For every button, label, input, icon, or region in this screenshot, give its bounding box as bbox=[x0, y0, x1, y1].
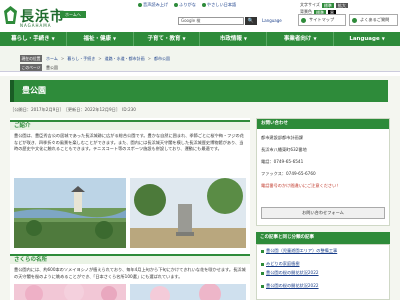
main-area: 豊公園 ［公開日：2017年2月9日］ ［更新日：2022年12月9日］ ID:… bbox=[0, 76, 400, 300]
related-link-label: 豊公園の桜の開花状況2022 bbox=[266, 283, 319, 288]
search-icon: 🔍 bbox=[247, 18, 255, 24]
search-input[interactable]: Google 検 bbox=[178, 17, 244, 25]
nav-label: 事業者向け bbox=[283, 36, 312, 42]
current-page: 豊公園 bbox=[46, 65, 58, 70]
related-link-label: みどりの家庭植樹 bbox=[266, 261, 300, 266]
related-link[interactable]: 豊公園の桜の開花状況2022 bbox=[261, 270, 385, 276]
related-link[interactable]: 豊公園（児童遊園エリア）の整備工事 bbox=[261, 248, 385, 254]
faq-button[interactable]: よくあるご質問 bbox=[349, 14, 398, 26]
related-list: 豊公園（児童遊園エリア）の整備工事 みどりの家庭植樹 豊公園の桜の開花状況202… bbox=[256, 244, 390, 300]
contact-fax: ファックス：0749-65-6760 bbox=[261, 171, 316, 176]
intro-paragraph: 豊公園は、豊臣秀吉公の居城であった長浜城跡に広がる総合公園です。豊かな自然に囲ま… bbox=[14, 133, 244, 151]
page-title: 豊公園 bbox=[22, 86, 46, 95]
contact-notice: 電話番号のかけ間違いにご注意ください！ bbox=[261, 183, 341, 188]
nav-item-city-info[interactable]: 市政情報 ▼ bbox=[200, 32, 268, 46]
breadcrumb: ホーム > 暮らし・手続き > 道路・水道・都市計画 > 都市公園 bbox=[46, 55, 170, 62]
speaker-icon bbox=[138, 3, 142, 7]
location-label: 現在の位置 bbox=[20, 55, 42, 62]
site-logo-subtext: NAGAHAMA bbox=[20, 23, 52, 28]
question-icon bbox=[352, 18, 357, 23]
nav-label: 暮らし・手続き bbox=[11, 36, 50, 42]
page-title-bar: 豊公園 bbox=[10, 80, 388, 102]
chevron-down-icon: ▼ bbox=[182, 36, 186, 41]
sakura-paragraph: 豊公園内には、約600本のソメイヨシノが植えられており、毎年4月上旬から下旬にか… bbox=[14, 267, 246, 279]
related-heading: この記事と同じ分類の記事 bbox=[256, 232, 390, 244]
font-large-button[interactable]: 拡大 bbox=[335, 2, 348, 8]
section-heading-sakura: さくらの名所 bbox=[10, 254, 250, 264]
utility-links: 音声読み上げ ふりがな やさしい日本語 bbox=[138, 2, 236, 8]
home-button[interactable]: ホームへ bbox=[60, 11, 86, 18]
arrow-icon bbox=[261, 262, 264, 266]
chevron-down-icon: ▼ bbox=[243, 36, 247, 41]
nav-label: 福祉・健康 bbox=[83, 36, 111, 42]
breadcrumb-separator: > bbox=[60, 56, 65, 61]
font-size-label: 文字サイズ bbox=[300, 2, 320, 7]
arrow-icon bbox=[261, 271, 264, 275]
nav-label: 子育て・教育 bbox=[147, 36, 181, 42]
language-link[interactable]: Language bbox=[262, 18, 282, 23]
city-logo-icon[interactable] bbox=[4, 6, 17, 24]
related-link-label: 豊公園（児童遊園エリア）の整備工事 bbox=[266, 248, 338, 253]
contact-address: 長浜市八幡東町632番地 bbox=[261, 147, 307, 152]
easy-japanese-link[interactable]: やさしい日本語 bbox=[201, 2, 237, 8]
breadcrumb-roads[interactable]: 道路・水道・都市計画 bbox=[105, 55, 145, 62]
related-link[interactable]: 豊公園の桜の開花状況2022 bbox=[261, 283, 385, 289]
section-heading-intro: ご紹介 bbox=[10, 120, 250, 130]
display-settings: 文字サイズ 標準 拡大 bbox=[300, 2, 348, 8]
font-standard-button[interactable]: 標準 bbox=[321, 2, 334, 8]
cherry-blossom-photo-1 bbox=[14, 284, 126, 300]
breadcrumb-separator: > bbox=[98, 56, 102, 61]
breadcrumb-separator: > bbox=[147, 56, 151, 61]
nav-label: 市政情報 bbox=[219, 36, 242, 42]
chevron-down-icon: ▼ bbox=[51, 36, 55, 41]
nav-item-welfare[interactable]: 福祉・健康 ▼ bbox=[67, 32, 134, 46]
page-dates: ［公開日：2017年2月9日］ ［更新日：2022年12月9日］ ID:230 bbox=[10, 107, 136, 112]
chevron-down-icon: ▼ bbox=[112, 36, 117, 41]
related-link-label: 豊公園の桜の開花状況2022 bbox=[266, 270, 319, 275]
cherry-blossom-photo-2 bbox=[130, 284, 246, 300]
chevron-down-icon: ▼ bbox=[313, 36, 317, 41]
sitemap-label: サイトマップ bbox=[309, 17, 335, 22]
nav-item-childcare[interactable]: 子育て・教育 ▼ bbox=[134, 32, 201, 46]
voice-link[interactable]: 音声読み上げ bbox=[138, 2, 168, 8]
nav-item-business[interactable]: 事業者向け ▼ bbox=[267, 32, 335, 46]
arrow-icon bbox=[261, 249, 264, 253]
nav-item-living[interactable]: 暮らし・手続き ▼ bbox=[0, 32, 67, 46]
park-aerial-photo bbox=[14, 178, 126, 248]
global-nav: 暮らし・手続き ▼ 福祉・健康 ▼ 子育て・教育 ▼ 市政情報 ▼ 事業者向け ▼ Lan… bbox=[0, 32, 400, 46]
breadcrumb-home[interactable]: ホーム bbox=[46, 55, 58, 62]
breadcrumb-living[interactable]: 暮らし・手続き bbox=[67, 55, 95, 62]
faq-label: よくあるご質問 bbox=[360, 17, 390, 22]
easy-japanese-icon bbox=[201, 3, 206, 7]
arrow-icon bbox=[261, 284, 264, 288]
contact-tel: 電話：0749-65-6541 bbox=[261, 159, 304, 164]
voice-label: 音声読み上げ bbox=[143, 2, 169, 7]
related-link[interactable]: みどりの家庭植樹 bbox=[261, 261, 385, 267]
contact-form-button[interactable]: お問い合わせフォーム bbox=[261, 207, 385, 219]
current-page-label: このページ bbox=[20, 64, 42, 71]
nav-item-language[interactable]: Language ▼ bbox=[334, 32, 400, 46]
site-header: 長浜市 NAGAHAMA ホームへ 音声読み上げ ふりがな やさしい日本語 文字… bbox=[0, 0, 400, 32]
monument-photo bbox=[130, 178, 246, 248]
sidebar: お問い合わせ 都市建設部都市計画課 長浜市八幡東町632番地 電話：0749-6… bbox=[256, 118, 390, 300]
contact-dept: 都市建設部都市計画課 bbox=[261, 135, 303, 140]
furigana-link[interactable]: ふりがな bbox=[174, 2, 196, 8]
sitemap-icon bbox=[301, 18, 306, 23]
contact-box: お問い合わせ 都市建設部都市計画課 長浜市八幡東町632番地 電話：0749-6… bbox=[256, 118, 390, 226]
article-content: ご紹介 豊公園は、豊臣秀吉公の居城であった長浜城跡に広がる総合公園です。豊かな自… bbox=[10, 118, 250, 300]
furigana-label: ふりがな bbox=[179, 2, 196, 7]
chevron-down-icon: ▼ bbox=[381, 36, 385, 41]
contact-heading: お問い合わせ bbox=[257, 119, 389, 129]
nav-label: Language bbox=[349, 36, 380, 42]
furigana-icon bbox=[174, 3, 179, 7]
easy-japanese-label: やさしい日本語 bbox=[206, 2, 237, 7]
breadcrumb-parks[interactable]: 都市公園 bbox=[154, 55, 170, 62]
sitemap-button[interactable]: サイトマップ bbox=[298, 14, 346, 26]
breadcrumb-area: 現在の位置 ホーム > 暮らし・手続き > 道路・水道・都市計画 > 都市公園 … bbox=[0, 46, 400, 72]
search-button[interactable]: 🔍 bbox=[245, 17, 257, 25]
